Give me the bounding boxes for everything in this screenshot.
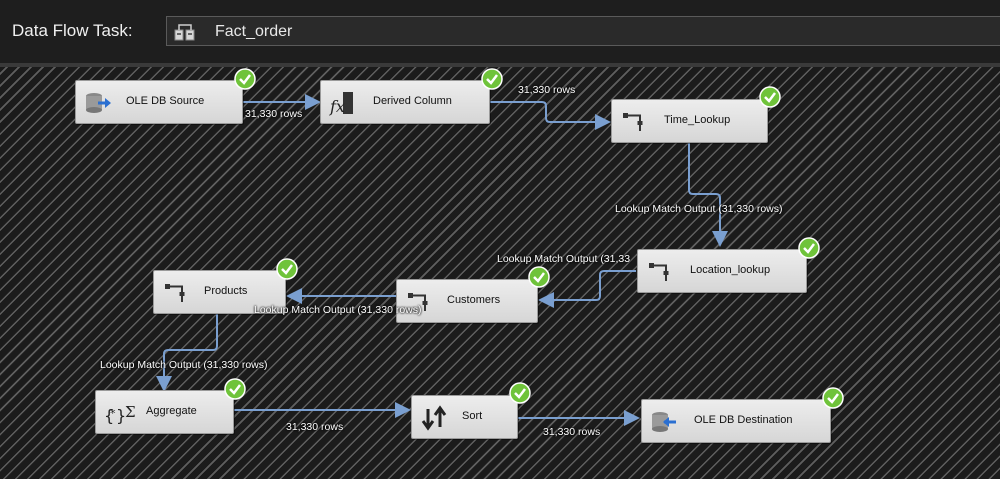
edge-label-lookup-match: Lookup Match Output (31,330 rows) (615, 203, 783, 215)
derived-column-fx-icon: fx (329, 92, 353, 116)
success-check-icon (224, 378, 246, 400)
component-label: OLE DB Source (126, 95, 205, 107)
edge-label-row-count: 31,330 rows (543, 426, 601, 438)
component-label: Customers (447, 294, 501, 306)
component-time-lookup[interactable]: Time_Lookup (611, 99, 768, 143)
edge-label-row-count: 31,330 rows (518, 84, 576, 96)
canvas-divider (0, 63, 1000, 67)
success-check-icon (528, 266, 550, 288)
success-check-icon (276, 258, 298, 280)
success-check-icon (481, 68, 503, 90)
data-flow-task-value: Fact_order (215, 23, 293, 40)
edge-label-lookup-match: Lookup Match Output (31,330 rows) (100, 359, 268, 371)
data-flow-task-icon (174, 24, 195, 41)
edge-label-lookup-match: Lookup Match Output (31,330 rows) (254, 304, 422, 316)
component-derived-column[interactable]: fx Derived Column (320, 80, 490, 124)
edge-label-row-count: 31,330 rows (245, 108, 303, 120)
lookup-icon (623, 113, 643, 131)
lookup-icon (165, 284, 185, 302)
svg-text:Σ: Σ (125, 403, 136, 421)
success-check-icon (798, 237, 820, 259)
aggregate-sigma-icon: { * } Σ (104, 403, 136, 425)
success-check-icon (822, 387, 844, 409)
component-label: Location_lookup (690, 264, 771, 276)
component-label: Derived Column (373, 95, 452, 107)
ole-db-source-icon (86, 93, 111, 113)
component-sort[interactable]: Sort (411, 395, 518, 439)
component-ole-db-destination[interactable]: OLE DB Destination (641, 399, 831, 443)
ole-db-destination-icon (652, 412, 676, 432)
component-label: Sort (462, 410, 483, 422)
success-check-icon (759, 86, 781, 108)
success-check-icon (234, 68, 256, 90)
edge-label-lookup-match: Lookup Match Output (31,33 (497, 253, 631, 265)
edge-label-row-count: 31,330 rows (286, 421, 344, 433)
component-label: Time_Lookup (664, 114, 731, 126)
component-label: Products (204, 285, 248, 297)
component-label: Aggregate (146, 405, 197, 417)
lookup-icon (649, 263, 669, 281)
component-ole-db-source[interactable]: OLE DB Source (75, 80, 243, 124)
data-flow-task-dropdown[interactable]: Fact_order (166, 16, 1000, 46)
component-location-lookup[interactable]: Location_lookup (637, 249, 807, 293)
component-label: OLE DB Destination (694, 414, 793, 426)
success-check-icon (509, 382, 531, 404)
data-flow-task-label: Data Flow Task: (12, 21, 133, 40)
sort-arrows-icon (421, 405, 447, 431)
component-aggregate[interactable]: { * } Σ Aggregate (95, 390, 234, 434)
svg-text:fx: fx (329, 97, 345, 116)
designer-header: Data Flow Task: Fact_order (0, 0, 1000, 63)
component-customers[interactable]: Customers (396, 279, 538, 323)
